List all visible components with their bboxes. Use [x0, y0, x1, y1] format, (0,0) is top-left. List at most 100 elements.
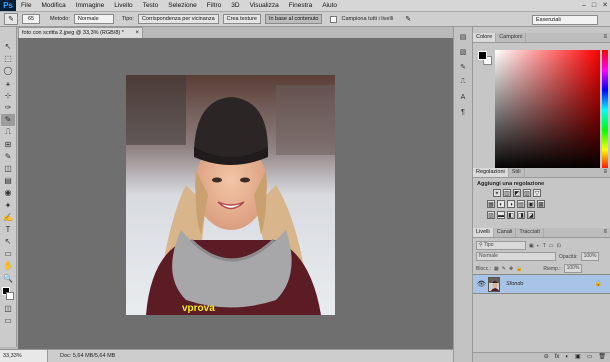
delete-layer-icon[interactable]: 🗑 [598, 353, 606, 362]
zoom-tool-icon[interactable]: 🔍 [1, 273, 15, 285]
properties-panel-icon[interactable]: ▧ [456, 46, 470, 58]
panel-menu-icon[interactable]: ≡ [603, 33, 607, 42]
tab-regolazioni[interactable]: Regolazioni [473, 168, 509, 177]
document-tab[interactable]: foto con scritta 2.jpeg @ 33,3% (RGB/8) … [18, 27, 143, 38]
dodge-tool-icon[interactable]: ✦ [1, 199, 15, 211]
blur-tool-icon[interactable]: ◉ [1, 187, 15, 199]
gradient-tool-icon[interactable]: ▤ [1, 175, 15, 187]
maximize-button[interactable]: □ [592, 0, 596, 11]
document-size-info[interactable]: Doc: 5,64 MB/5,64 MB [48, 350, 115, 362]
menu-livello[interactable]: Livello [109, 0, 137, 11]
color-balance-icon[interactable]: ◐ [497, 200, 505, 208]
new-group-icon[interactable]: ▭ [587, 353, 593, 362]
fill-field[interactable]: 100% [563, 264, 582, 273]
background-color-swatch[interactable] [6, 291, 14, 300]
menu-file[interactable]: File [16, 0, 36, 11]
layer-style-fx-icon[interactable]: fx [555, 353, 560, 362]
link-layers-icon[interactable]: ⊝ [544, 353, 549, 362]
new-adjustment-layer-icon[interactable]: ◐ [565, 353, 569, 362]
menu-selezione[interactable]: Selezione [163, 0, 202, 11]
tab-colore[interactable]: Colore [473, 33, 497, 42]
filter-type-icon[interactable]: T [543, 243, 546, 249]
blend-mode-select[interactable]: Normale [476, 252, 556, 261]
add-mask-icon[interactable]: ▣ [575, 353, 581, 362]
layer-filter-select[interactable]: ⚲ Tipo [476, 241, 526, 250]
photo-filter-icon[interactable]: ▤ [517, 200, 525, 208]
quick-selection-tool-icon[interactable]: ⚹ [1, 78, 15, 90]
lock-image-icon[interactable]: ✎ [502, 266, 506, 272]
clone-source-panel-icon[interactable]: ⎍ [456, 76, 470, 88]
color-swatches[interactable] [1, 286, 15, 301]
zoom-level-field[interactable]: 33,33% [0, 350, 48, 362]
document-canvas[interactable]: vprova [126, 75, 335, 315]
tab-tracciati[interactable]: Tracciati [516, 228, 544, 237]
type-tool-icon[interactable]: T [1, 224, 15, 236]
brush-panel-icon[interactable]: ✎ [456, 61, 470, 73]
pen-tool-icon[interactable]: ✍ [1, 212, 15, 224]
levels-icon[interactable]: ▥ [503, 189, 511, 197]
hue-slider[interactable] [602, 50, 608, 170]
panel-menu-icon[interactable]: ≡ [603, 228, 607, 237]
metodo-select[interactable]: Normale [73, 14, 114, 24]
threshold-icon[interactable]: ◧ [507, 211, 515, 219]
move-tool-icon[interactable]: ↖ [1, 41, 15, 53]
tab-close-icon[interactable]: × [135, 28, 139, 38]
path-selection-tool-icon[interactable]: ↖ [1, 236, 15, 248]
opacity-field[interactable]: 100% [580, 252, 599, 261]
character-panel-icon[interactable]: A [456, 91, 470, 103]
lock-position-icon[interactable]: ✥ [509, 266, 513, 272]
menu-visualizza[interactable]: Visualizza [245, 0, 284, 11]
menu-3d[interactable]: 3D [226, 0, 244, 11]
menu-immagine[interactable]: Immagine [71, 0, 110, 11]
exposure-icon[interactable]: ▧ [523, 189, 531, 197]
menu-testo[interactable]: Testo [138, 0, 164, 11]
tab-campioni[interactable]: Campioni [496, 33, 527, 42]
filter-smart-object-icon[interactable]: ⊡ [557, 243, 561, 249]
panel-menu-icon[interactable]: ≡ [603, 168, 607, 177]
sample-all-layers-checkbox[interactable] [330, 15, 338, 23]
clone-stamp-tool-icon[interactable]: ⊞ [1, 139, 15, 151]
pressure-size-icon[interactable]: ✎ [403, 13, 413, 25]
healing-brush-tool-icon[interactable]: ✎ [1, 114, 15, 127]
selective-color-icon[interactable]: ◨ [517, 211, 525, 219]
eraser-tool-icon[interactable]: ◫ [1, 163, 15, 175]
gradient-map-icon[interactable]: ◪ [527, 211, 535, 219]
posterize-icon[interactable]: ▬ [497, 211, 505, 219]
filter-pixel-icon[interactable]: ▣ [529, 243, 534, 249]
quick-mask-icon[interactable]: ◫ [1, 303, 15, 315]
tab-livelli[interactable]: Livelli [473, 228, 494, 237]
rectangle-tool-icon[interactable]: ▭ [1, 248, 15, 260]
black-white-icon[interactable]: ◑ [507, 200, 515, 208]
channel-mixer-icon[interactable]: ▣ [527, 200, 535, 208]
brush-tool-icon[interactable]: ⎍ [1, 126, 15, 138]
color-picker-field[interactable] [495, 50, 600, 170]
tipo-create-texture-button[interactable]: Crea texture [222, 14, 261, 24]
close-button[interactable]: ✕ [602, 0, 608, 11]
tipo-content-aware-button[interactable]: In base al contenuto [264, 14, 323, 24]
menu-aiuto[interactable]: Aiuto [317, 0, 342, 11]
eyedropper-tool-icon[interactable]: ✑ [1, 102, 15, 114]
healing-brush-tool-preset-icon[interactable]: ✎ [4, 13, 18, 25]
tipo-proximity-match-button[interactable]: Corrispondenza per vicinanza [137, 14, 219, 24]
filter-adjustment-icon[interactable]: ◐ [537, 243, 540, 249]
crop-tool-icon[interactable]: ⊹ [1, 90, 15, 102]
curves-icon[interactable]: ◩ [513, 189, 521, 197]
hue-saturation-icon[interactable]: ▦ [487, 200, 495, 208]
workspace-select[interactable]: Essenziali [532, 15, 598, 25]
lasso-tool-icon[interactable]: ◯ [1, 65, 15, 77]
color-lookup-icon[interactable]: ▩ [537, 200, 545, 208]
lock-transparent-icon[interactable]: ▦ [494, 266, 499, 272]
brush-size-picker[interactable]: 65 [22, 14, 40, 24]
brightness-contrast-icon[interactable]: ☀ [493, 189, 501, 197]
minimize-button[interactable]: – [582, 0, 586, 11]
layer-row-sfondo[interactable]: 👁 Sfondo 🔒 [473, 274, 610, 294]
menu-filtro[interactable]: Filtro [202, 0, 226, 11]
menu-modifica[interactable]: Modifica [36, 0, 70, 11]
screen-mode-icon[interactable]: ▭ [1, 315, 15, 327]
tab-canali[interactable]: Canali [494, 228, 517, 237]
marquee-tool-icon[interactable]: ⬚ [1, 53, 15, 65]
filter-shape-icon[interactable]: ▭ [549, 243, 554, 249]
visibility-eye-icon[interactable]: 👁 [477, 280, 486, 288]
lock-all-icon[interactable]: 🔒 [516, 266, 522, 272]
invert-icon[interactable]: ▨ [487, 211, 495, 219]
